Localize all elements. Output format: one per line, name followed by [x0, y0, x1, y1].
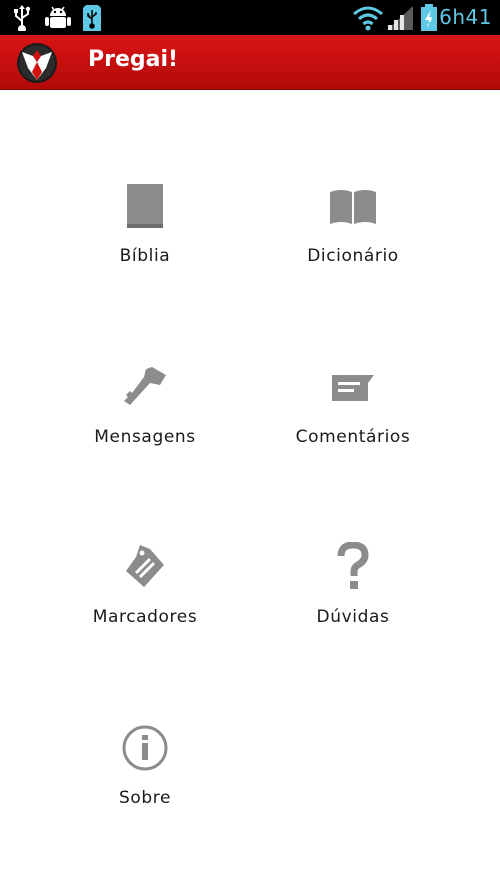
menu-label: Mensagens	[94, 427, 196, 447]
key-icon	[119, 361, 171, 413]
comment-icon	[327, 361, 379, 413]
question-icon	[327, 541, 379, 593]
clock: 16h41	[425, 5, 492, 29]
menu-item-biblia[interactable]: Bíblia	[35, 180, 255, 310]
menu-item-comentarios[interactable]: Comentários	[243, 361, 463, 491]
tag-icon	[119, 541, 171, 593]
usb-icon	[12, 4, 32, 31]
action-bar: Pregai!	[0, 35, 500, 90]
menu-item-sobre[interactable]: Sobre	[35, 722, 255, 852]
menu-item-marcadores[interactable]: Marcadores	[35, 541, 255, 671]
menu-label: Dúvidas	[316, 607, 390, 627]
menu-label: Dicionário	[307, 246, 399, 266]
book-icon	[119, 180, 171, 232]
info-icon	[119, 722, 171, 774]
sd-card-icon	[82, 4, 102, 31]
menu-label: Bíblia	[119, 246, 171, 266]
menu-item-dicionario[interactable]: Dicionário	[243, 180, 463, 310]
menu-label: Comentários	[295, 427, 411, 447]
wifi-icon	[352, 4, 384, 31]
status-bar: 16h41	[0, 0, 500, 35]
signal-icon	[386, 4, 414, 31]
menu-item-duvidas[interactable]: Dúvidas	[243, 541, 463, 671]
android-debug-icon	[44, 4, 72, 31]
app-title: Pregai!	[88, 47, 179, 72]
menu-label: Sobre	[118, 788, 172, 808]
menu-item-mensagens[interactable]: Mensagens	[35, 361, 255, 491]
menu-label: Marcadores	[92, 607, 198, 627]
tie-logo-icon[interactable]	[16, 42, 58, 84]
open-book-icon	[327, 180, 379, 232]
